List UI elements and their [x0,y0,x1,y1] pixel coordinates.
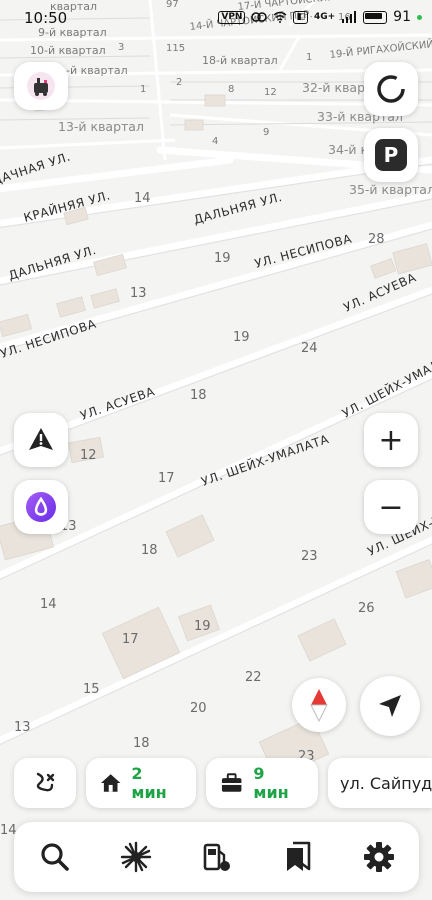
zoom-out-label: − [378,489,404,525]
work-eta: 9 мин [253,764,289,802]
battery-level: 91 [393,9,411,25]
work-chip[interactable]: 9 мин [206,758,318,808]
settings-button[interactable] [349,827,409,887]
home-eta: 2 мин [131,764,167,802]
house-number: 15 [83,682,100,697]
house-number: 18 [141,543,158,558]
house-number: 28 [368,232,385,247]
house-number: 12 [80,448,97,463]
parking-label: P [383,143,399,167]
district-label: 13-й квартал [58,119,144,134]
network-type: 4G+ [313,12,336,22]
home-icon [100,774,121,792]
fuel-icon [203,843,230,871]
bookmarks-button[interactable] [268,827,328,887]
house-number: 1 [140,84,146,95]
house-number: 4 [212,136,218,147]
search-button[interactable] [25,827,85,887]
volte-icon: ◧ [293,10,308,24]
parking-button[interactable]: P [364,128,418,182]
house-number: 13 [14,720,31,735]
district-label: 35-й квартал [349,182,432,197]
parking-icon: P [375,139,407,171]
road-event-button[interactable] [14,413,68,467]
vpn-icon: VPN [218,10,246,24]
signal-icon [342,11,357,23]
road-event-icon [29,428,53,450]
zoom-in-button[interactable]: + [364,413,418,467]
route-chip[interactable] [14,758,76,808]
house-number: 17 [158,471,175,486]
district-label: 18-й квартал [202,54,278,67]
house-number: 115 [166,43,185,54]
layers-button[interactable] [364,62,418,116]
zoom-in-label: + [378,422,404,458]
current-street-chip[interactable]: ул. Сайпуд [328,758,432,808]
house-number: 26 [358,601,375,616]
alice-assistant-button[interactable] [14,480,68,534]
compass-button[interactable] [292,678,346,732]
alice-assistant-icon [26,492,56,522]
house-number: 20 [190,701,207,716]
my-location-button[interactable] [360,676,420,736]
wifi-icon [274,11,287,23]
house-number: 18 [133,736,150,751]
house-number: 13 [130,286,147,301]
bottom-navigation-bar [14,822,419,892]
district-label: 10-й квартал [30,44,106,57]
house-number: 3 [118,42,124,53]
gear-icon [363,842,394,872]
profile-avatar-button[interactable] [14,62,68,110]
status-time: 10:50 [24,9,68,27]
my-location-icon [379,695,401,717]
robot-avatar-icon [27,72,55,100]
battery-icon [363,10,388,24]
house-number: 14 [134,191,151,206]
house-number: 14 [40,597,57,612]
layers-icon [377,75,405,103]
briefcase-icon [221,773,242,792]
house-number: 9 [263,127,269,138]
status-bar: 10:50 VPN ◧ 4G+ 91 [0,0,432,34]
bookmark-icon [286,841,310,871]
discovery-button[interactable] [106,827,166,887]
house-number: 17 [122,632,139,647]
house-number: 19 [194,619,211,634]
search-icon [40,843,69,871]
route-icon [36,772,55,792]
house-number: 19 [233,330,250,345]
fuel-button[interactable] [187,827,247,887]
house-number: 23 [301,549,318,564]
house-number: 22 [245,670,262,685]
privacy-dot-icon [417,14,422,20]
house-number: 1 [306,52,312,63]
compass-icon [310,689,328,722]
house-number: 24 [301,341,318,356]
current-street-label: ул. Сайпуд [340,773,432,793]
discovery-icon [120,841,151,873]
link-icon [251,12,268,22]
house-number: 18 [190,388,207,403]
house-number: 2 [176,77,182,88]
house-number: 8 [228,84,234,95]
house-number: 12 [264,87,277,98]
house-number: 19 [214,251,231,266]
home-chip[interactable]: 2 мин [86,758,196,808]
status-icons: VPN ◧ 4G+ 91 [218,9,422,25]
zoom-out-button[interactable]: − [364,480,418,534]
